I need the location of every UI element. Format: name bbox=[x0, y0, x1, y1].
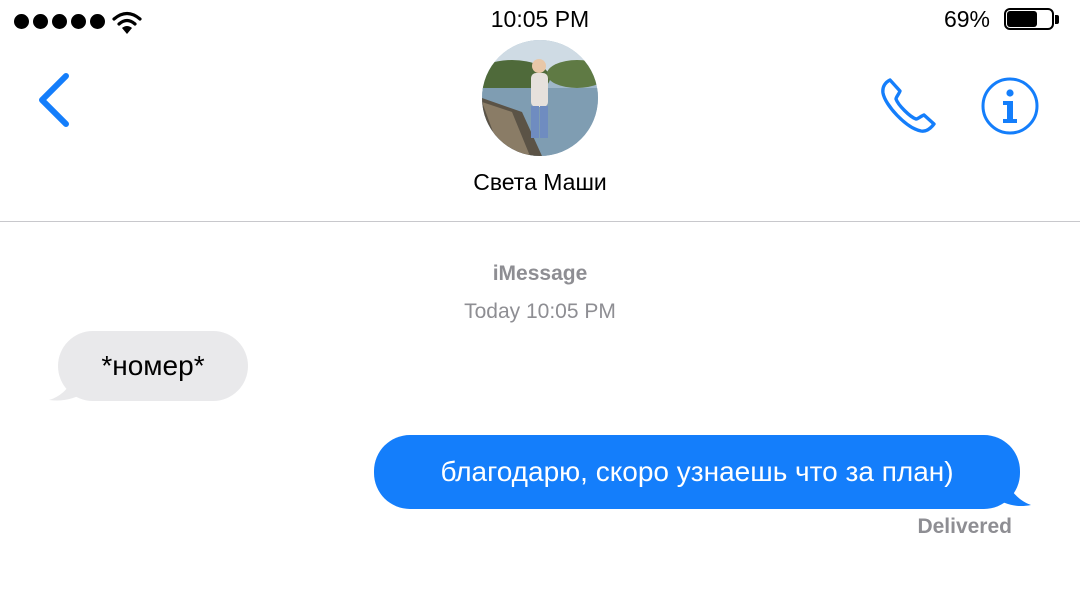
battery-icon bbox=[1004, 8, 1060, 32]
incoming-message-bubble[interactable]: *номер* bbox=[58, 331, 248, 401]
incoming-message-text: *номер* bbox=[101, 350, 205, 381]
phone-icon[interactable] bbox=[876, 74, 940, 138]
status-bar: 10:05 PM 69% bbox=[0, 0, 1080, 40]
info-icon[interactable] bbox=[980, 76, 1040, 136]
outgoing-message-bubble[interactable]: благодарю, скоро узнаешь что за план) bbox=[374, 435, 1020, 509]
contact-name[interactable]: Света Маши bbox=[0, 169, 1080, 196]
avatar-photo bbox=[482, 40, 598, 156]
battery-percent: 69% bbox=[943, 6, 990, 32]
message-timestamp: Today 10:05 PM bbox=[464, 300, 616, 323]
service-label: iMessage bbox=[492, 262, 588, 285]
delivery-status: Delivered bbox=[917, 515, 1012, 538]
contact-avatar[interactable] bbox=[482, 40, 598, 156]
outgoing-message-text: благодарю, скоро узнаешь что за план) bbox=[440, 456, 954, 487]
status-time: 10:05 PM bbox=[490, 6, 590, 32]
battery-level-fill bbox=[1007, 11, 1037, 27]
conversation-header: Света Маши bbox=[0, 40, 1080, 222]
chevron-left-icon[interactable] bbox=[32, 70, 72, 130]
